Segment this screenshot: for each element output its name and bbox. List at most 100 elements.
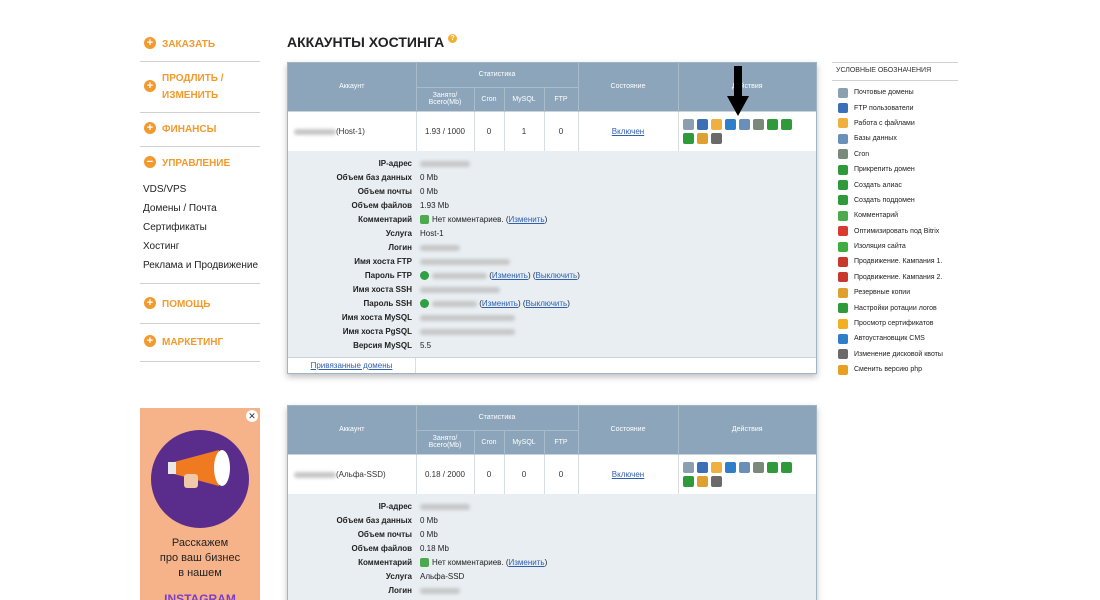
redacted-login (294, 128, 336, 135)
state-link[interactable]: Включен (612, 127, 644, 136)
header-account: Аккаунт (288, 63, 417, 111)
redacted-login (294, 471, 336, 478)
legend-panel: УСЛОВНЫЕ ОБОЗНАЧЕНИЯ Почтовые домены FTP … (832, 62, 958, 377)
header-account: Аккаунт (288, 406, 417, 454)
action-icon[interactable] (682, 118, 694, 130)
menu-finance[interactable]: + ФИНАНСЫ (140, 113, 260, 147)
action-icon[interactable] (766, 118, 778, 130)
submenu-vds[interactable]: VDS/VPS (140, 180, 260, 199)
legend-item: Сменить версию php (832, 362, 958, 377)
used-cell: 1.93 / 1000 (416, 110, 475, 151)
redacted-login (420, 244, 460, 251)
actions-cell (678, 453, 816, 494)
legend-item: Почтовые домены (832, 85, 958, 100)
files-value: 0.18 Mb (420, 544, 449, 553)
legend-label: Продвижение. Кампания 1. (854, 258, 943, 266)
service-value: Альфа-SSD (420, 572, 465, 581)
action-icon[interactable] (696, 118, 708, 130)
action-icon[interactable] (724, 461, 736, 473)
comment-value: Нет комментариев. (432, 215, 504, 224)
menu-marketing[interactable]: + МАРКЕТИНГ (140, 324, 260, 362)
menu-marketing-label: МАРКЕТИНГ (162, 337, 224, 348)
action-icon[interactable] (752, 461, 764, 473)
header-mysql: MySQL (504, 87, 545, 111)
header-stats: Статистика (416, 406, 579, 431)
legend-label: Резервные копии (854, 289, 911, 297)
account-name-cell: (Альфа-SSD) (288, 453, 417, 494)
action-icon[interactable] (696, 475, 708, 487)
change-comment-link[interactable]: Изменить (509, 558, 545, 567)
legend-icon (838, 180, 848, 191)
submenu-domains[interactable]: Домены / Почта (140, 199, 260, 218)
action-icon[interactable] (780, 461, 792, 473)
action-icon[interactable] (710, 475, 722, 487)
account-name-cell: (Host-1) (288, 110, 417, 151)
submenu-hosting[interactable]: Хостинг (140, 237, 260, 256)
action-icon[interactable] (710, 132, 722, 144)
manage-submenu: VDS/VPS Домены / Почта Сертификаты Хости… (140, 180, 260, 284)
action-icon[interactable] (682, 475, 694, 487)
action-icon[interactable] (752, 118, 764, 130)
disable-ftp-link[interactable]: Выключить (536, 271, 578, 280)
submenu-certificates[interactable]: Сертификаты (140, 218, 260, 237)
action-icon[interactable] (682, 461, 694, 473)
legend-icon (838, 210, 848, 221)
legend-icon (838, 364, 848, 375)
plus-icon: + (144, 122, 156, 134)
action-icon[interactable] (738, 118, 750, 130)
comment-label: Комментарий (358, 215, 412, 224)
redacted-ip (420, 160, 470, 167)
close-icon[interactable]: ✕ (246, 410, 258, 422)
legend-item: Оптимизировать под Bitrix (832, 224, 958, 239)
action-icon[interactable] (696, 461, 708, 473)
menu-renew-label: ПРОДЛИТЬ / ИЗМЕНИТЬ (162, 73, 224, 101)
account-footer: Привязанные домены (288, 357, 816, 373)
help-icon[interactable]: ? (448, 34, 458, 43)
menu-help[interactable]: + ПОМОЩЬ (140, 284, 260, 324)
action-icon[interactable] (710, 461, 722, 473)
action-icon[interactable] (696, 132, 708, 144)
header-cron: Cron (474, 430, 505, 454)
linked-domains-link[interactable]: Привязанные домены (311, 361, 393, 370)
change-ftp-pass-link[interactable]: Изменить (492, 271, 528, 280)
legend-icon (838, 87, 848, 98)
submenu-ads[interactable]: Реклама и Продвижение (140, 256, 260, 275)
comment-value: Нет комментариев. (432, 558, 504, 567)
menu-renew[interactable]: + ПРОДЛИТЬ / ИЗМЕНИТЬ (140, 62, 260, 113)
menu-manage[interactable]: − УПРАВЛЕНИЕ (140, 147, 260, 180)
action-icon[interactable] (682, 132, 694, 144)
redacted-pgsql-host (420, 328, 515, 335)
ad-banner[interactable]: ✕ Расскажем про ваш бизнес в нашем INSTA… (140, 408, 260, 600)
action-icon[interactable] (710, 118, 722, 130)
db-label: Объем баз данных (336, 173, 412, 182)
legend-label: FTP пользователи (854, 104, 914, 112)
legend-icon (838, 103, 848, 114)
state-link[interactable]: Включен (612, 470, 644, 479)
action-icon[interactable] (766, 461, 778, 473)
table-row: (Альфа-SSD) 0.18 / 2000 0 0 0 Включен (288, 453, 816, 494)
legend-title: УСЛОВНЫЕ ОБОЗНАЧЕНИЯ (832, 63, 958, 81)
actions-icons (679, 118, 804, 144)
cron-cell: 0 (474, 110, 505, 151)
change-comment-link[interactable]: Изменить (509, 215, 545, 224)
menu-finance-label: ФИНАНСЫ (162, 124, 217, 135)
action-icon[interactable] (738, 461, 750, 473)
ftp-pass-label: Пароль FTP (364, 271, 412, 280)
ftp-host-label: Имя хоста FTP (354, 257, 412, 266)
change-ssh-pass-link[interactable]: Изменить (482, 299, 518, 308)
menu-help-label: ПОМОЩЬ (162, 299, 211, 310)
mail-value: 0 Mb (420, 187, 438, 196)
action-icon[interactable] (724, 118, 736, 130)
legend-label: Продвижение. Кампания 2. (854, 273, 943, 281)
action-icon[interactable] (780, 118, 792, 130)
legend-label: Cron (854, 150, 870, 158)
pgsql-host-label: Имя хоста PgSQL (342, 327, 412, 336)
legend-item: Работа с файлами (832, 116, 958, 131)
db-value: 0 Mb (420, 516, 438, 525)
disable-ssh-link[interactable]: Выключить (526, 299, 568, 308)
header-stats: Статистика (416, 63, 579, 88)
menu-order[interactable]: + ЗАКАЗАТЬ (140, 30, 260, 62)
redacted-ssh-host (420, 286, 500, 293)
menu-order-label: ЗАКАЗАТЬ (162, 39, 216, 50)
ad-line-1: Расскажем (171, 537, 229, 549)
